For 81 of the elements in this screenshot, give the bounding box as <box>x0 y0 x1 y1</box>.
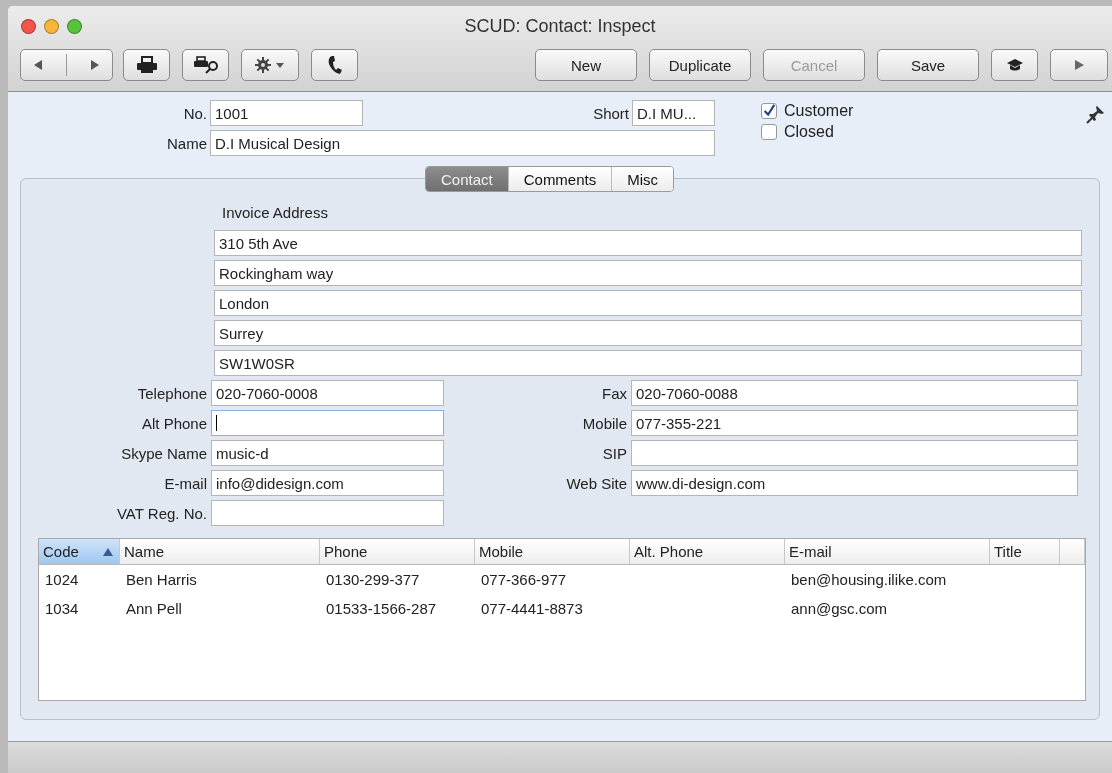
column-header[interactable]: Phone <box>320 539 475 564</box>
text-field[interactable]: 020-7060-0008 <box>211 380 444 406</box>
tab[interactable]: Comments <box>508 167 613 191</box>
text-field[interactable]: 077-355-221 <box>631 410 1078 436</box>
field-label: VAT Reg. No. <box>115 504 207 522</box>
field-label: Skype Name <box>120 444 207 462</box>
text-field[interactable]: www.di-design.com <box>631 470 1078 496</box>
table-cell: 077-4441-8873 <box>481 600 583 617</box>
column-header[interactable]: Name <box>120 539 320 564</box>
table-cell: ann@gsc.com <box>791 600 888 617</box>
minimize-button[interactable] <box>44 18 59 34</box>
field-label: No. <box>182 104 207 122</box>
field-label: Web Site <box>565 474 627 492</box>
toolbar-button[interactable]: Save <box>877 49 979 81</box>
address-field[interactable]: 310 5th Ave <box>214 230 1082 256</box>
text-field[interactable] <box>211 500 444 526</box>
text-field[interactable]: music-d <box>211 440 444 466</box>
gear-dropdown-icon <box>254 56 286 74</box>
checkbox-label: Closed <box>784 123 834 141</box>
previous-icon <box>32 59 44 71</box>
short-name-field[interactable]: D.I MU... <box>632 100 715 126</box>
phone-icon <box>326 55 343 75</box>
section-label: Invoice Address <box>221 204 329 223</box>
tab[interactable]: Misc <box>612 167 674 191</box>
number-field[interactable]: 1001 <box>210 100 363 126</box>
table-cell: 1024 <box>45 571 79 588</box>
field-label: Short <box>592 104 629 122</box>
table-cell: 01533-1566-287 <box>326 600 437 617</box>
checkbox-label: Customer <box>784 102 854 120</box>
zoom-button[interactable] <box>67 18 82 34</box>
print-button[interactable] <box>123 49 170 81</box>
text-field[interactable]: info@didesign.com <box>211 470 444 496</box>
table-cell: Ben Harris <box>126 571 197 588</box>
column-header[interactable]: Alt. Phone <box>630 539 785 564</box>
print-preview-button[interactable] <box>182 49 229 81</box>
checkbox-square[interactable] <box>761 124 777 140</box>
window-title: SCUD: Contact: Inspect <box>464 16 656 37</box>
printer-icon <box>135 56 158 74</box>
checkbox[interactable]: Customer <box>761 102 854 120</box>
printer-magnifier-icon <box>192 56 219 74</box>
address-field[interactable]: SW1W0SR <box>214 350 1082 376</box>
next-icon <box>89 59 101 71</box>
field-label: E-mail <box>163 474 207 492</box>
phone-button[interactable] <box>311 49 358 81</box>
record-navigation-control[interactable] <box>20 49 113 81</box>
column-header[interactable]: Code <box>39 539 120 564</box>
table-cell: 1034 <box>45 600 79 617</box>
tab[interactable]: Contact <box>426 167 509 191</box>
column-header[interactable]: Title <box>990 539 1060 564</box>
column-header[interactable]: Mobile <box>475 539 630 564</box>
field-label: Name <box>166 134 207 152</box>
close-button[interactable] <box>21 18 36 34</box>
toolbar-button[interactable]: Duplicate <box>649 49 751 81</box>
address-field[interactable]: London <box>214 290 1082 316</box>
field-label: Alt Phone <box>140 414 207 432</box>
column-header[interactable]: E-mail <box>785 539 990 564</box>
checkmark-icon <box>762 103 776 119</box>
address-field[interactable]: Surrey <box>214 320 1082 346</box>
pin-icon[interactable] <box>1086 104 1106 124</box>
forward-button[interactable] <box>1050 49 1108 81</box>
field-label: Telephone <box>136 384 207 402</box>
table-cell: 0130-299-377 <box>326 571 420 588</box>
toolbar-button[interactable]: New <box>535 49 637 81</box>
field-label: Fax <box>601 384 627 402</box>
graduation-cap-icon <box>1005 58 1024 72</box>
text-field[interactable]: 020-7060-0088 <box>631 380 1078 406</box>
name-field[interactable]: D.I Musical Design <box>210 130 715 156</box>
sort-ascending-icon <box>103 547 113 556</box>
address-field[interactable]: Rockingham way <box>214 260 1082 286</box>
text-field[interactable] <box>631 440 1078 466</box>
tutorial-button[interactable] <box>991 49 1038 81</box>
checkbox-square[interactable] <box>761 103 777 119</box>
field-label: Mobile <box>581 414 627 432</box>
text-field[interactable] <box>211 410 444 436</box>
table-cell: Ann Pell <box>126 600 182 617</box>
checkbox[interactable]: Closed <box>761 123 854 141</box>
table-cell: 077-366-977 <box>481 571 567 588</box>
play-icon <box>1073 59 1085 71</box>
table-cell: ben@housing.ilike.com <box>791 571 947 588</box>
field-label: SIP <box>601 444 627 462</box>
settings-menu-button[interactable] <box>241 49 299 81</box>
